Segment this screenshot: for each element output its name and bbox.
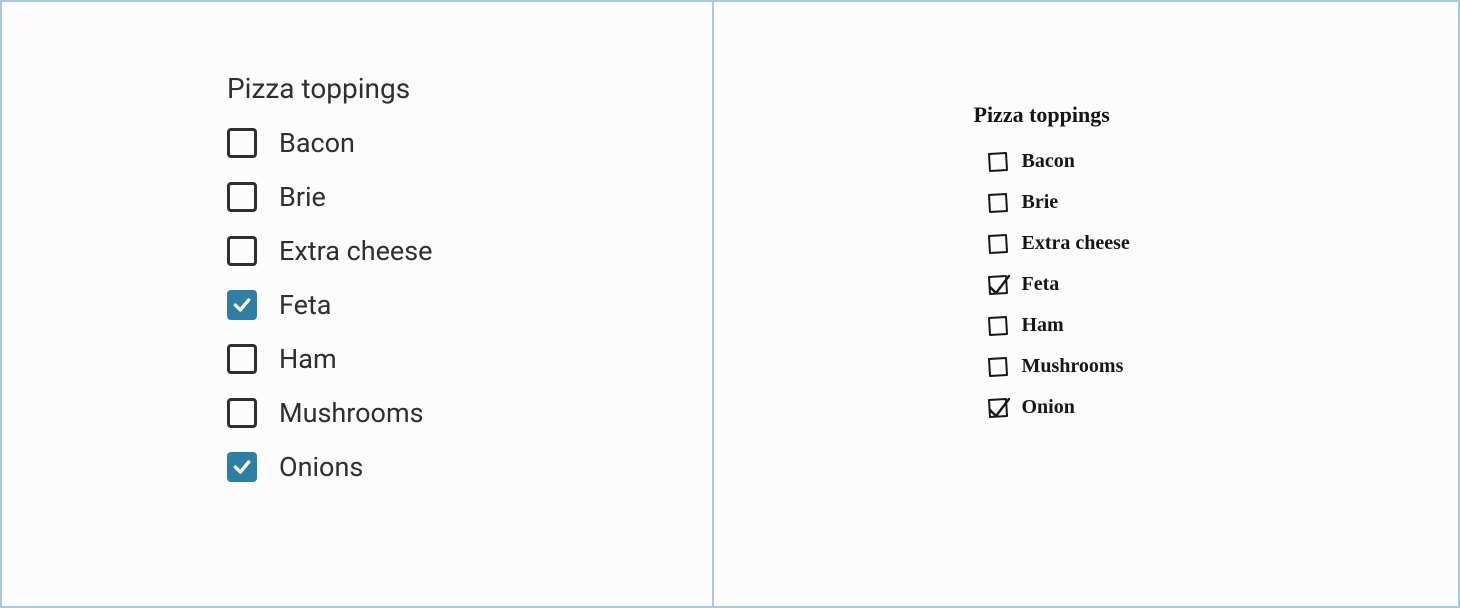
checkbox-sketch-icon [988, 398, 1008, 418]
group-title: Pizza toppings [227, 72, 712, 105]
checkbox-icon [227, 452, 257, 482]
checkbox-option-feta[interactable]: Feta [974, 273, 1459, 296]
checkbox-option-extra-cheese[interactable]: Extra cheese [974, 232, 1459, 255]
checkbox-icon [227, 344, 257, 374]
checkbox-label: Extra cheese [279, 235, 432, 267]
checkbox-option-mushrooms[interactable]: Mushrooms [974, 355, 1459, 378]
checkbox-icon [227, 128, 257, 158]
checkbox-option-brie[interactable]: Brie [974, 191, 1459, 214]
checkbox-label: Brie [1022, 191, 1059, 214]
checkbox-option-bacon[interactable]: Bacon [227, 127, 712, 159]
checkbox-label: Mushrooms [279, 397, 424, 429]
checkbox-sketch-icon [988, 234, 1008, 254]
checkbox-option-ham[interactable]: Ham [227, 343, 712, 375]
checkbox-label: Bacon [279, 127, 355, 159]
checkbox-icon [227, 182, 257, 212]
checkbox-icon [227, 290, 257, 320]
checkbox-label: Feta [1022, 273, 1060, 296]
checkbox-icon [227, 398, 257, 428]
checkbox-sketch-icon [988, 152, 1008, 172]
checkbox-label: Onion [1022, 396, 1075, 419]
checkbox-option-mushrooms[interactable]: Mushrooms [227, 397, 712, 429]
checkbox-option-bacon[interactable]: Bacon [974, 150, 1459, 173]
panel-sketch: Pizza toppings Bacon Brie Extra cheese F… [713, 2, 1459, 606]
checkbox-option-ham[interactable]: Ham [974, 314, 1459, 337]
checkbox-sketch-icon [988, 275, 1008, 295]
checkbox-sketch-icon [988, 357, 1008, 377]
checkbox-option-onions[interactable]: Onions [227, 451, 712, 483]
checkbox-label: Mushrooms [1022, 355, 1124, 378]
checkbox-option-brie[interactable]: Brie [227, 181, 712, 213]
group-title: Pizza toppings [974, 102, 1459, 128]
checkbox-option-onion[interactable]: Onion [974, 396, 1459, 419]
checkbox-label: Ham [1022, 314, 1064, 337]
comparison-frame: Pizza toppings Bacon Brie Extra cheese F… [0, 0, 1460, 608]
checkbox-option-feta[interactable]: Feta [227, 289, 712, 321]
checkbox-icon [227, 236, 257, 266]
checkbox-option-extra-cheese[interactable]: Extra cheese [227, 235, 712, 267]
panel-rendered: Pizza toppings Bacon Brie Extra cheese F… [2, 2, 713, 606]
checkbox-label: Bacon [1022, 150, 1075, 173]
checkbox-sketch-icon [988, 316, 1008, 336]
checkbox-label: Ham [279, 343, 337, 375]
checkbox-label: Feta [279, 289, 331, 321]
checkbox-sketch-icon [988, 193, 1008, 213]
checkbox-label: Brie [279, 181, 326, 213]
checkbox-label: Onions [279, 451, 363, 483]
checkbox-label: Extra cheese [1022, 232, 1130, 255]
